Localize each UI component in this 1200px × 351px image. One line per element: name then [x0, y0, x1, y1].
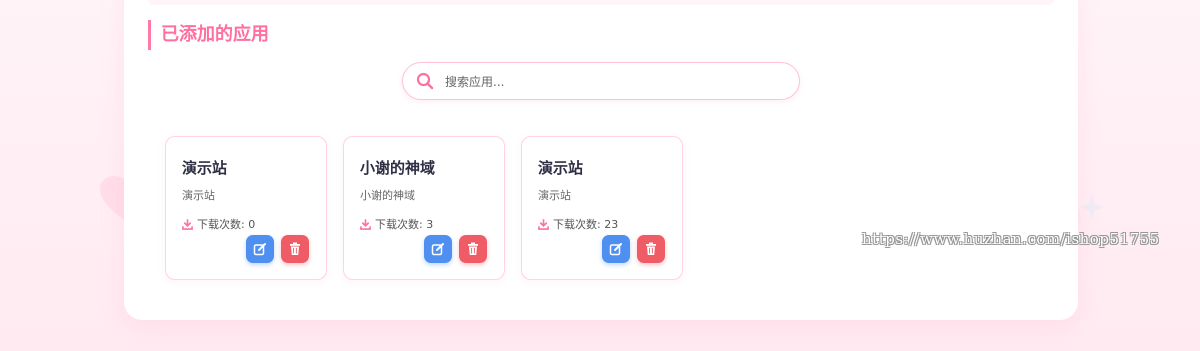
download-count: 下载次数: 0	[182, 216, 255, 232]
app-description: 小谢的神域	[360, 189, 415, 202]
download-count-text: 下载次数: 23	[553, 218, 619, 231]
app-name: 演示站	[538, 159, 584, 177]
download-count: 下载次数: 3	[360, 216, 433, 232]
trash-icon	[468, 242, 478, 255]
edit-button[interactable]	[424, 235, 452, 263]
search-input[interactable]	[443, 69, 787, 95]
delete-button[interactable]	[637, 235, 665, 263]
trash-icon	[646, 242, 656, 255]
download-count: 下载次数: 23	[538, 216, 618, 232]
download-icon	[360, 218, 371, 230]
download-count-text: 下载次数: 3	[375, 218, 434, 231]
trash-icon	[290, 242, 300, 255]
app-card: 小谢的神域 小谢的神域 下载次数: 3	[343, 136, 505, 280]
app-description: 演示站	[182, 189, 215, 202]
edit-icon	[609, 243, 622, 256]
watermark-text: https://www.huzhan.com/ishop51755	[862, 230, 1160, 248]
download-icon	[538, 218, 549, 230]
download-icon	[182, 218, 193, 230]
edit-icon	[253, 243, 266, 256]
delete-button[interactable]	[459, 235, 487, 263]
edit-icon	[431, 243, 444, 256]
delete-button[interactable]	[281, 235, 309, 263]
download-count-text: 下载次数: 0	[197, 218, 256, 231]
panel-top-strip	[148, 0, 1054, 5]
app-name: 小谢的神域	[360, 159, 436, 177]
app-name: 演示站	[182, 159, 228, 177]
app-description: 演示站	[538, 189, 571, 202]
edit-button[interactable]	[602, 235, 630, 263]
section-title: 已添加的应用	[148, 20, 269, 50]
app-card: 演示站 演示站 下载次数: 0	[165, 136, 327, 280]
search-icon	[416, 72, 434, 90]
search-box[interactable]	[402, 62, 800, 100]
app-card: 演示站 演示站 下载次数: 23	[521, 136, 683, 280]
edit-button[interactable]	[246, 235, 274, 263]
